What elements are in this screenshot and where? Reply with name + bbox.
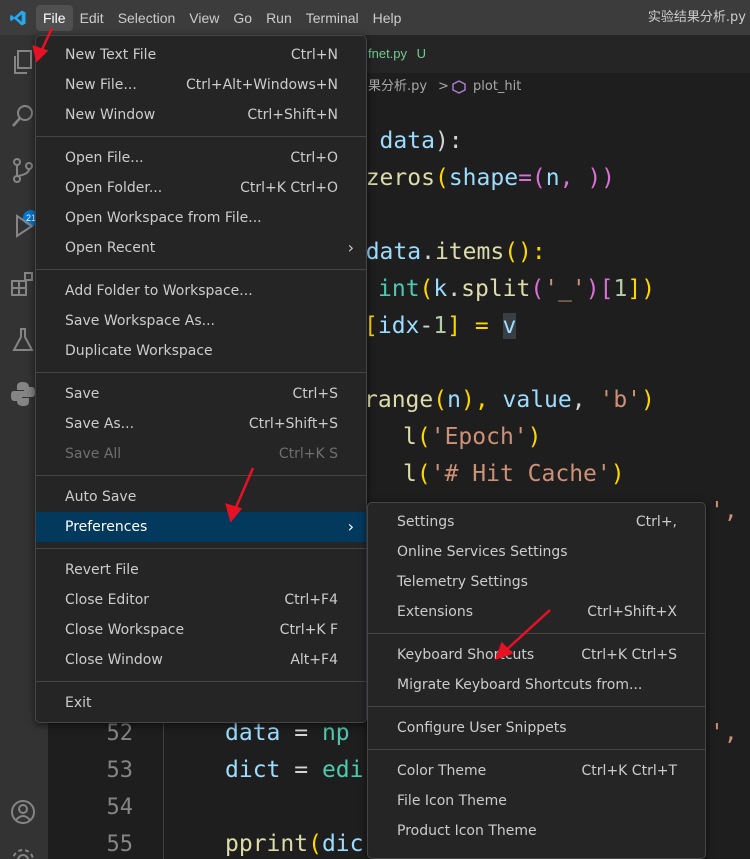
code-line: range(n), value, 'b') (364, 387, 655, 413)
preferences-submenu: Settings Ctrl+, Online Services Settings … (367, 502, 706, 859)
code-line: l('Epoch') (403, 424, 542, 450)
menu-separator (368, 749, 705, 750)
title-bar: File Edit Selection View Go Run Terminal… (0, 0, 750, 35)
menu-item-duplicate-workspace[interactable]: Duplicate Workspace (36, 336, 366, 366)
line-number: 55 (106, 832, 134, 857)
menu-item-open-file[interactable]: Open File... Ctrl+O (36, 143, 366, 173)
menu-item-auto-save[interactable]: Auto Save (36, 482, 366, 512)
menu-separator (368, 633, 705, 634)
menu-item-settings[interactable]: Settings Ctrl+, (368, 507, 705, 537)
menu-help[interactable]: Help (366, 5, 409, 31)
extensions-icon[interactable] (8, 269, 38, 299)
menu-item-save-workspace-as[interactable]: Save Workspace As... (36, 306, 366, 336)
menu-selection[interactable]: Selection (111, 5, 183, 31)
menu-item-extensions[interactable]: Extensions Ctrl+Shift+X (368, 597, 705, 627)
menu-item-online-services-settings[interactable]: Online Services Settings (368, 537, 705, 567)
tab-label: fnet.py (368, 46, 408, 61)
manage-gear-icon[interactable] (8, 845, 38, 859)
code-line: dict = edi (225, 757, 364, 783)
menu-item-revert-file[interactable]: Revert File (36, 555, 366, 585)
tab-fnet[interactable]: fnet.py U (358, 35, 436, 73)
menu-edit[interactable]: Edit (73, 5, 111, 31)
menu-separator (36, 372, 366, 373)
menu-go[interactable]: Go (226, 5, 259, 31)
symbol-method-icon (452, 80, 466, 94)
menu-item-add-folder[interactable]: Add Folder to Workspace... (36, 276, 366, 306)
search-icon[interactable] (8, 101, 38, 131)
menu-item-save-all: Save All Ctrl+K S (65, 446, 338, 462)
menu-item-new-file[interactable]: New File... Ctrl+Alt+Windows+N (36, 70, 366, 100)
file-menu: New Text File Ctrl+N New File... Ctrl+Alt+… (35, 35, 367, 723)
menu-item-open-workspace[interactable]: Open Workspace from File... (36, 203, 366, 233)
menu-item-file-icon-theme[interactable]: File Icon Theme (368, 786, 705, 816)
menu-separator (36, 269, 366, 270)
code-line: n data.items(): (338, 239, 546, 265)
chevron-right-icon: › (347, 238, 354, 257)
code-line: ', a (710, 720, 738, 746)
menu-separator (36, 548, 366, 549)
menu-item-keyboard-shortcuts[interactable]: Keyboard Shortcuts Ctrl+K Ctrl+S (368, 640, 705, 670)
menu-item-close-editor[interactable]: Close Editor Ctrl+F4 (36, 585, 366, 615)
line-number: 53 (106, 758, 134, 783)
tab-untracked-badge: U (416, 46, 427, 61)
menu-separator (368, 706, 705, 707)
code-line: p.zeros(shape=(n, )) (338, 165, 616, 191)
accounts-icon[interactable] (8, 797, 38, 827)
window-title: 实验结果分析.py (647, 10, 746, 25)
menu-separator (36, 136, 366, 137)
menu-run[interactable]: Run (259, 5, 299, 31)
menu-item-migrate-shortcuts[interactable]: Migrate Keyboard Shortcuts from... (368, 670, 705, 700)
menu-terminal[interactable]: Terminal (299, 5, 366, 31)
menu-item-exit[interactable]: Exit (36, 688, 366, 718)
menu-item-close-workspace[interactable]: Close Workspace Ctrl+K F (36, 615, 366, 645)
menu-file[interactable]: File (36, 4, 73, 31)
testing-flask-icon[interactable] (8, 325, 38, 355)
menu-item-open-folder[interactable]: Open Folder... Ctrl+K Ctrl+O (36, 173, 366, 203)
line-number: 54 (106, 795, 134, 820)
code-line: int(k.split('_')[1]) (378, 276, 656, 302)
menu-item-new-window[interactable]: New Window Ctrl+Shift+N (36, 100, 366, 130)
menu-view[interactable]: View (182, 5, 226, 31)
menu-item-save[interactable]: Save Ctrl+S (36, 379, 366, 409)
menu-item-new-text-file[interactable]: New Text File Ctrl+N (36, 40, 366, 70)
menu-item-product-icon-theme[interactable]: Product Icon Theme (368, 816, 705, 846)
chevron-right-icon: › (347, 517, 354, 536)
explorer-icon[interactable] (8, 47, 38, 77)
python-icon[interactable] (8, 379, 38, 409)
code-line: ', c (710, 498, 750, 524)
breadcrumb-symbol[interactable]: plot_hit (473, 73, 521, 101)
menu-item-open-recent[interactable]: Open Recent › (36, 233, 366, 263)
breadcrumb-separator: > (438, 79, 449, 94)
source-control-icon[interactable] (8, 155, 38, 185)
code-line: [idx-1] = v (364, 313, 517, 339)
menu-item-preferences[interactable]: Preferences › (36, 512, 366, 542)
vscode-logo-icon (0, 0, 36, 35)
menu-item-color-theme[interactable]: Color Theme Ctrl+K Ctrl+T (368, 756, 705, 786)
run-debug-icon[interactable] (8, 211, 38, 241)
menu-item-save-as[interactable]: Save As... Ctrl+Shift+S (36, 409, 366, 439)
menu-separator (36, 681, 366, 682)
menu-item-telemetry-settings[interactable]: Telemetry Settings (368, 567, 705, 597)
code-line: pprint(dic (225, 831, 364, 857)
menu-separator (36, 475, 366, 476)
code-line: l('# Hit Cache') (403, 461, 625, 487)
breadcrumb-file[interactable]: 果分析.py (368, 73, 427, 101)
menu-item-close-window[interactable]: Close Window Alt+F4 (36, 645, 366, 675)
menu-item-configure-snippets[interactable]: Configure User Snippets (368, 713, 705, 743)
